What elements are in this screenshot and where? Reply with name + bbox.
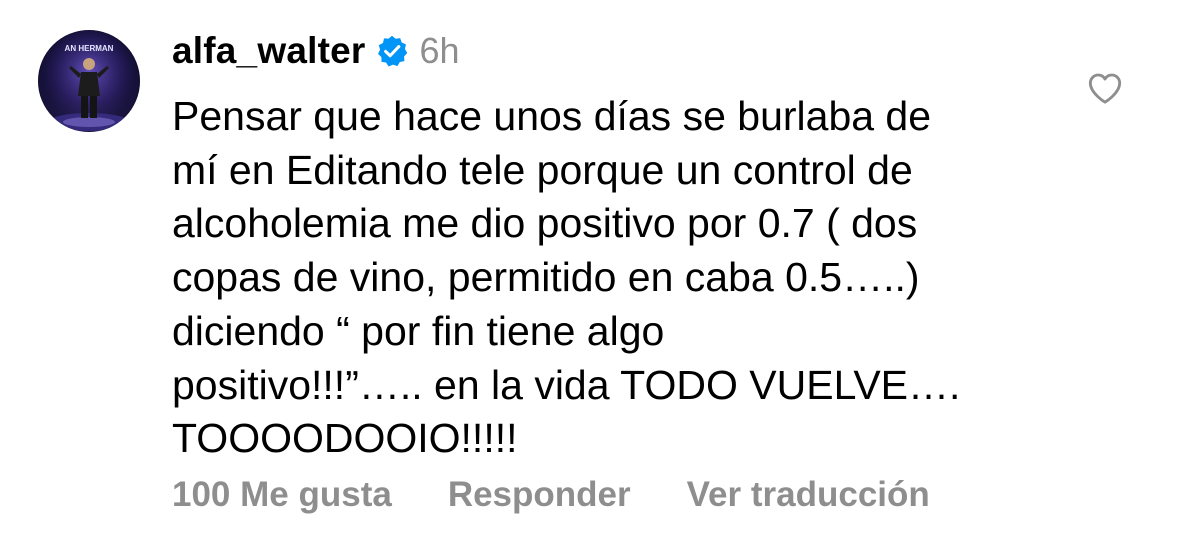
comment-text: Pensar que hace unos días se burlaba de … <box>172 90 1072 466</box>
comment-text-line: copas de vino, permitido en caba 0.5…..) <box>172 254 920 301</box>
comment-actions: 100 Me gusta Responder Ver traducción <box>172 472 930 518</box>
comment-header: alfa_walter 6h <box>172 26 460 76</box>
comment-timestamp: 6h <box>419 30 460 71</box>
comment-text-line: positivo!!!”….. en la vida TODO VUELVE…. <box>172 361 961 408</box>
heart-icon <box>1085 73 1125 112</box>
avatar[interactable]: AN HERMAN <box>38 30 140 132</box>
like-button[interactable] <box>1085 68 1125 108</box>
comment-text-line: diciendo “ por fin tiene algo <box>172 307 665 354</box>
avatar-logo-text: AN HERMAN <box>65 44 114 53</box>
likes-count-button[interactable]: 100 Me gusta <box>172 475 392 515</box>
see-translation-button[interactable]: Ver traducción <box>687 475 930 515</box>
comment: AN HERMAN alfa_walter 6h Pensar que hace… <box>0 0 1200 555</box>
username[interactable]: alfa_walter <box>172 30 365 72</box>
reply-button[interactable]: Responder <box>448 475 631 515</box>
comment-text-line: mí en Editando tele porque un control de <box>172 146 913 193</box>
comment-text-line: TOOOODOOIO!!!!! <box>172 415 518 462</box>
avatar-image: AN HERMAN <box>38 30 140 132</box>
comment-text-line: alcoholemia me dio positivo por 0.7 ( do… <box>172 200 918 247</box>
comment-text-line: Pensar que hace unos días se burlaba de <box>172 93 932 139</box>
verified-badge-icon <box>375 34 409 68</box>
